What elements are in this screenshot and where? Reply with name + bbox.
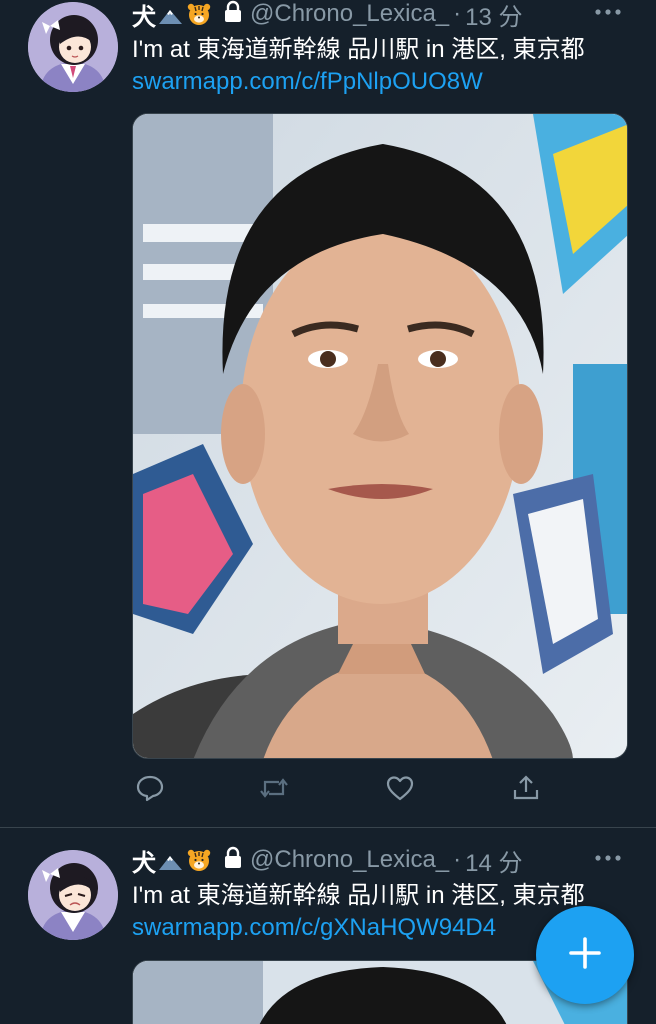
- tweet-link[interactable]: swarmapp.com/c/gXNaHQW94D4: [132, 912, 496, 944]
- separator: ·: [453, 846, 462, 873]
- compose-button[interactable]: [536, 906, 634, 1004]
- user-handle[interactable]: @Chrono_Lexica_: [250, 846, 449, 874]
- more-dots-icon[interactable]: [590, 846, 626, 870]
- tweet-link[interactable]: swarmapp.com/c/fPpNlpOUO8W: [132, 66, 483, 98]
- like-icon[interactable]: [382, 770, 418, 806]
- tweet-text: I'm at 東海道新幹線 品川駅 in 港区, 東京都: [132, 882, 585, 909]
- display-name[interactable]: 犬: [132, 0, 212, 32]
- tweet-header: 犬 @Chrono_Lexica_ · 14 分: [132, 846, 636, 877]
- tweet-timestamp[interactable]: 14 分: [465, 843, 522, 878]
- tweet-header: 犬 @Chrono_Lexica_ · 13 分: [132, 0, 636, 31]
- mount-fuji-emoji-icon: [158, 2, 184, 26]
- plus-icon: [568, 936, 602, 975]
- retweet-icon[interactable]: [256, 770, 292, 806]
- reply-icon[interactable]: [132, 770, 168, 806]
- tweet-timestamp[interactable]: 13 分: [465, 0, 522, 32]
- mount-fuji-emoji-icon: [158, 848, 184, 872]
- display-name[interactable]: 犬: [132, 843, 212, 878]
- lock-icon: [222, 846, 244, 875]
- separator: ·: [453, 0, 462, 27]
- user-handle[interactable]: @Chrono_Lexica_: [250, 0, 449, 28]
- tweet-photo[interactable]: [132, 113, 628, 759]
- avatar[interactable]: [28, 850, 118, 940]
- tweet-actions: [132, 770, 592, 810]
- more-dots-icon[interactable]: [590, 0, 626, 24]
- share-icon[interactable]: [508, 770, 544, 806]
- tiger-face-emoji-icon: [186, 848, 212, 872]
- tweet-text: I'm at 東海道新幹線 品川駅 in 港区, 東京都: [132, 36, 585, 63]
- lock-icon: [222, 0, 244, 29]
- tweet[interactable]: 犬 @Chrono_Lexica_ · 13 分 I'm at 東海道新幹線 品…: [0, 0, 656, 828]
- avatar[interactable]: [28, 2, 118, 92]
- tiger-face-emoji-icon: [186, 2, 212, 26]
